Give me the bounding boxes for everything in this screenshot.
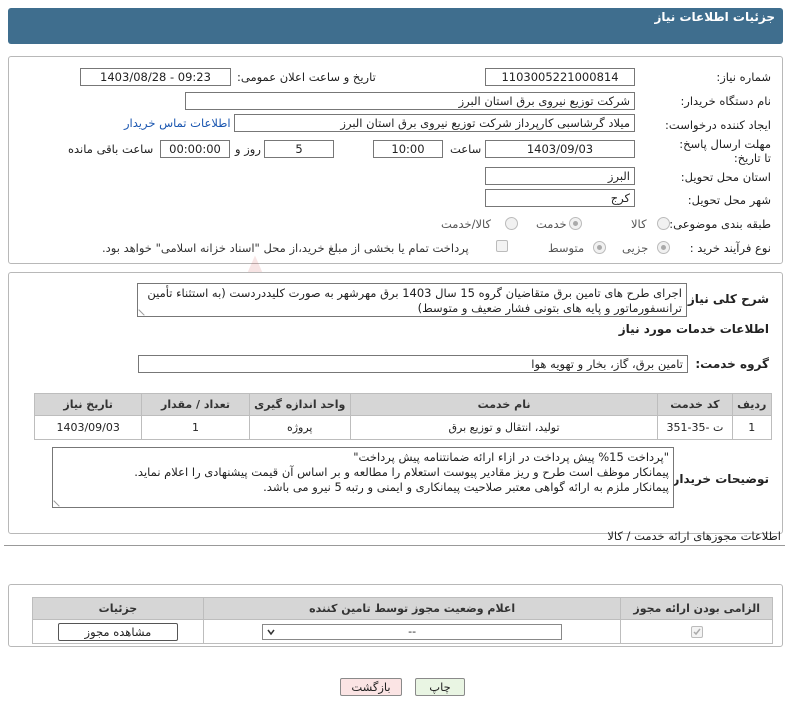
province-label: استان محل تحویل: [680, 170, 771, 184]
cell-date: 1403/09/03 [33, 415, 143, 440]
col-permit-status: اعلام وضعیت مجوز توسط تامین کننده [202, 597, 622, 620]
creator-field: میلاد گرشاسبی کارپرداز شرکت توزیع نیروی … [234, 114, 635, 132]
deadline-time-field: 10:00 [373, 140, 443, 158]
process-radio-medium[interactable] [593, 241, 606, 254]
cell-unit: پروژه [248, 415, 351, 440]
time-label: ساعت [450, 142, 482, 156]
process-option-minor: جزیی [622, 241, 649, 255]
permit-status-value: -- [408, 624, 417, 638]
services-section-title: اطلاعات خدمات مورد نیاز [618, 322, 769, 336]
category-option-goods: کالا [631, 217, 647, 231]
process-label: نوع فرآیند خرید : [689, 241, 771, 255]
table-row: 1 ت -35-351 تولید، انتقال و توزیع برق پر… [33, 415, 773, 440]
deadline-date-field: 1403/09/03 [485, 140, 635, 158]
service-group-field: تامین برق، گاز، بخار و تهویه هوا [138, 355, 688, 373]
category-radio-goods[interactable] [657, 217, 670, 230]
buyer-label: نام دستگاه خریدار: [680, 94, 771, 108]
col-date: تاریخ نیاز [33, 393, 143, 416]
category-option-service: خدمت [536, 217, 567, 231]
permits-table-header: الزامی بودن ارائه مجوز اعلام وضعیت مجوز … [32, 597, 773, 620]
permit-status-select[interactable]: -- [262, 623, 563, 640]
description-label: شرح کلی نیاز: [683, 292, 769, 306]
buyer-note-line: "پرداخت 15% پیش پرداخت در ازاء ارائه ضما… [353, 450, 669, 464]
description-textarea[interactable]: اجرای طرح های تامین برق متقاضیان گروه 15… [137, 283, 687, 317]
page-title: جزئیات اطلاعات نیاز [654, 10, 775, 24]
view-permit-button[interactable]: مشاهده مجوز [57, 622, 178, 641]
category-radio-goods-service[interactable] [505, 217, 518, 230]
category-radio-service[interactable] [569, 217, 582, 230]
buyer-note-line: پیمانکار موظف است طرح و ریز مقادیر پیوست… [134, 465, 669, 479]
process-option-medium: متوسط [548, 241, 585, 255]
services-table-header: ردیف کد خدمت نام خدمت واحد اندازه گیری ت… [33, 393, 773, 416]
city-field: کرج [485, 189, 635, 207]
creator-label: ایجاد کننده درخواست: [665, 118, 771, 132]
permits-table: الزامی بودن ارائه مجوز اعلام وضعیت مجوز … [32, 597, 773, 644]
services-table: ردیف کد خدمت نام خدمت واحد اندازه گیری ت… [33, 393, 773, 440]
print-button[interactable]: چاپ [415, 678, 465, 696]
resize-grip-icon [138, 304, 150, 316]
col-row: ردیف [731, 393, 773, 416]
announce-field: 1403/08/28 - 09:23 [80, 68, 231, 86]
days-label: روز و [235, 142, 261, 156]
remaining-field: 00:00:00 [160, 140, 230, 158]
cell-permit-details: مشاهده مجوز [32, 619, 204, 644]
need-number-label: شماره نیاز: [716, 70, 771, 84]
permits-title: اطلاعات مجوزهای ارائه خدمت / کالا [607, 529, 781, 543]
province-field: البرز [485, 167, 635, 185]
deadline-label: مهلت ارسال پاسخ: تا تاریخ: [679, 137, 771, 165]
need-info-panel [8, 56, 783, 264]
permits-divider [4, 545, 785, 546]
col-qty: تعداد / مقدار [141, 393, 250, 416]
cell-row: 1 [731, 415, 773, 440]
permit-required-checkbox[interactable] [690, 626, 703, 638]
buyer-notes-label: توضیحات خریدار: [667, 472, 769, 486]
days-field: 5 [264, 140, 334, 158]
cell-code: ت -35-351 [657, 415, 733, 440]
buyer-notes-textarea[interactable]: "پرداخت 15% پیش پرداخت در ازاء ارائه ضما… [52, 447, 674, 508]
chevron-down-icon [267, 629, 275, 635]
back-button[interactable]: بازگشت [340, 678, 402, 696]
col-unit: واحد اندازه گیری [248, 393, 351, 416]
category-label: طبقه بندی موضوعی: [669, 217, 771, 231]
col-permit-details: جزئیات [32, 597, 204, 620]
table-row: -- مشاهده مجوز [32, 619, 773, 644]
remaining-label: ساعت باقی مانده [68, 142, 154, 156]
cell-permit-required [620, 619, 773, 644]
cell-permit-status: -- [202, 619, 622, 644]
check-icon [693, 628, 701, 636]
treasury-note: پرداخت تمام یا بخشی از مبلغ خرید،از محل … [102, 241, 469, 255]
cell-name: تولید، انتقال و توزیع برق [349, 415, 659, 440]
col-code: کد خدمت [657, 393, 733, 416]
announce-label: تاریخ و ساعت اعلان عمومی: [237, 70, 376, 84]
announce-value: 1403/08/28 - 09:23 [100, 70, 211, 84]
buyer-field: شرکت توزیع نیروی برق استان البرز [185, 92, 635, 110]
buyer-contact-link[interactable]: اطلاعات تماس خریدار [124, 116, 231, 130]
service-group-label: گروه خدمت: [695, 357, 769, 371]
buyer-note-line: پیمانکار ملزم به ارائه گواهی معتبر صلاحی… [263, 480, 669, 494]
treasury-checkbox[interactable] [496, 240, 508, 252]
col-name: نام خدمت [349, 393, 659, 416]
col-permit-required: الزامی بودن ارائه مجوز [620, 597, 773, 620]
description-text: اجرای طرح های تامین برق متقاضیان گروه 15… [147, 286, 682, 315]
city-label: شهر محل تحویل: [687, 193, 771, 207]
cell-qty: 1 [141, 415, 250, 440]
category-option-goods-service: کالا/خدمت [441, 217, 492, 231]
resize-grip-icon [53, 495, 65, 507]
process-radio-minor[interactable] [657, 241, 670, 254]
need-number-field: 1103005221000814 [485, 68, 635, 86]
